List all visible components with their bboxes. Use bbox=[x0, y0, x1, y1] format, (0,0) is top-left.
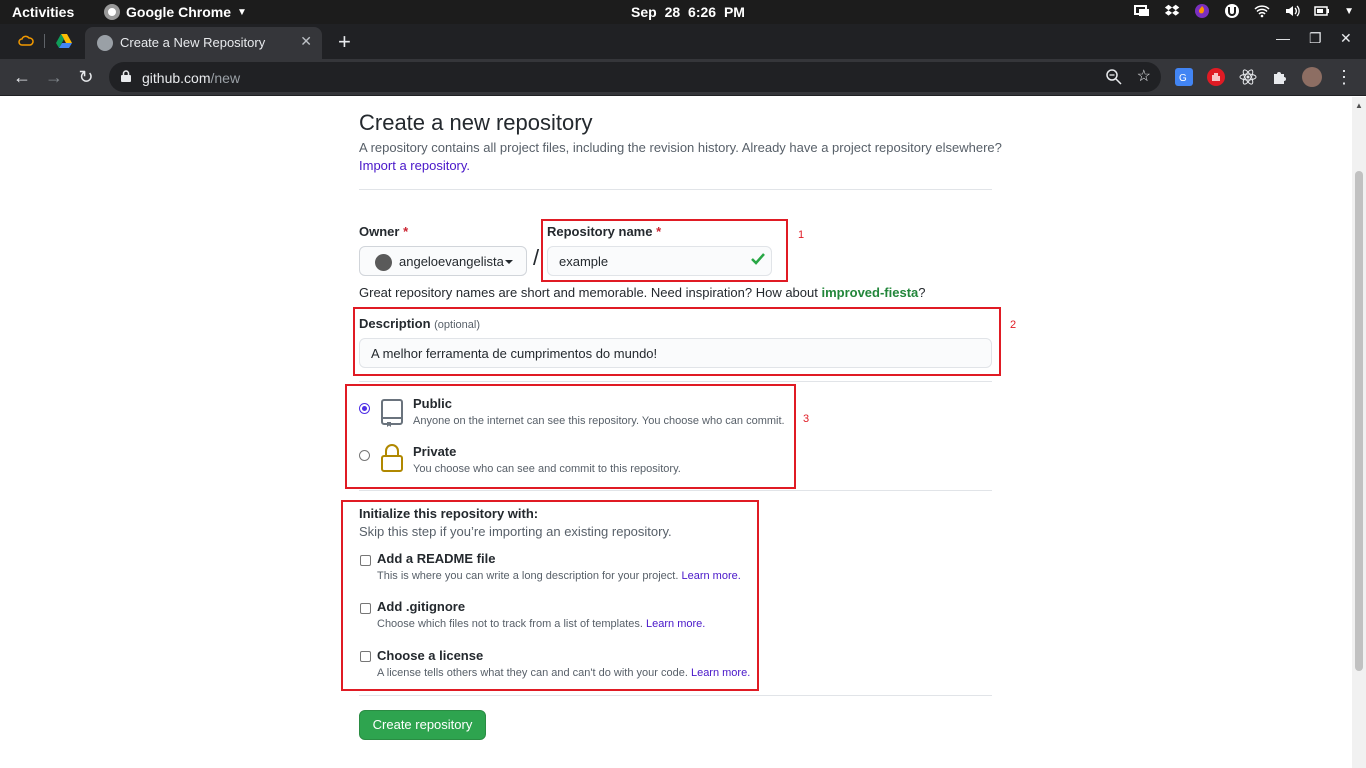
owner-label: Owner * bbox=[359, 224, 409, 239]
extensions-puzzle-icon[interactable] bbox=[1271, 68, 1289, 86]
window-close-icon[interactable]: ✕ bbox=[1340, 30, 1352, 47]
system-menu-caret[interactable]: ▼ bbox=[1344, 6, 1354, 17]
bookmark-star-icon[interactable]: ☆ bbox=[1137, 66, 1151, 86]
battery-icon[interactable] bbox=[1314, 3, 1330, 19]
system-top-bar: Activities Google Chrome ▼ Sep 28 6:26 P… bbox=[0, 0, 1366, 24]
google-drive-icon[interactable] bbox=[56, 33, 72, 49]
github-icon bbox=[97, 35, 113, 51]
new-tab-button[interactable]: + bbox=[338, 29, 351, 55]
annotation-number-1: 1 bbox=[798, 229, 805, 241]
firefox-icon[interactable] bbox=[1194, 3, 1210, 19]
zoom-icon[interactable] bbox=[1105, 68, 1123, 86]
tab-active[interactable]: Create a New Repository ✕ bbox=[85, 27, 322, 59]
avatar bbox=[375, 254, 392, 271]
update-icon[interactable] bbox=[1224, 3, 1240, 19]
chrome-icon bbox=[104, 4, 120, 20]
wifi-icon[interactable] bbox=[1254, 3, 1270, 19]
owner-name: angeloevangelista bbox=[399, 254, 504, 269]
create-repository-button[interactable]: Create repository bbox=[359, 710, 486, 740]
translate-extension-icon[interactable]: G bbox=[1175, 68, 1193, 86]
divider bbox=[359, 381, 992, 382]
back-arrow-icon[interactable]: ← bbox=[10, 65, 34, 89]
app-name: Google Chrome bbox=[126, 4, 232, 20]
minimize-icon[interactable]: — bbox=[1276, 30, 1290, 46]
annotation-box-1 bbox=[541, 219, 788, 282]
annotation-number-3: 3 bbox=[803, 413, 810, 425]
scroll-up-icon[interactable]: ▲ bbox=[1355, 101, 1363, 110]
divider bbox=[359, 695, 992, 696]
dropbox-icon[interactable] bbox=[1164, 3, 1180, 19]
tab-title: Create a New Repository bbox=[120, 35, 266, 50]
divider bbox=[359, 490, 992, 491]
lock-icon[interactable] bbox=[121, 70, 131, 82]
page-content: Create a new repository A repository con… bbox=[0, 97, 1352, 768]
reload-icon[interactable]: ↻ bbox=[74, 65, 98, 89]
hand-extension-icon[interactable] bbox=[1207, 68, 1225, 86]
owner-dropdown[interactable]: angeloevangelista bbox=[359, 246, 527, 276]
svg-text:G: G bbox=[1179, 73, 1187, 84]
chevron-down-icon bbox=[505, 260, 513, 264]
maximize-icon[interactable]: ❐ bbox=[1309, 30, 1322, 47]
tab-strip: Create a New Repository ✕ + — ❐ ✕ bbox=[0, 24, 1366, 59]
annotation-box-3 bbox=[345, 384, 796, 489]
react-devtools-icon[interactable] bbox=[1239, 68, 1257, 86]
activities-button[interactable]: Activities bbox=[12, 4, 74, 20]
forward-arrow-icon[interactable]: → bbox=[42, 65, 66, 89]
import-repository-link[interactable]: Import a repository. bbox=[359, 158, 470, 173]
url-text: github.com/new bbox=[142, 70, 241, 86]
more-menu-icon[interactable]: ⋮ bbox=[1332, 65, 1356, 89]
name-hint: Great repository names are short and mem… bbox=[359, 285, 926, 300]
page-subtitle: A repository contains all project files,… bbox=[359, 140, 1002, 155]
volume-icon[interactable] bbox=[1284, 3, 1300, 19]
address-bar[interactable]: github.com/new ☆ bbox=[109, 62, 1161, 92]
divider bbox=[359, 189, 992, 190]
system-tray: ▼ bbox=[1134, 3, 1354, 19]
page-title: Create a new repository bbox=[359, 110, 593, 135]
scrollbar-thumb[interactable] bbox=[1355, 171, 1363, 671]
annotation-number-2: 2 bbox=[1010, 319, 1017, 331]
profile-avatar[interactable] bbox=[1302, 67, 1322, 87]
browser-toolbar: ← → ↻ github.com/new ☆ G ⋮ bbox=[0, 59, 1366, 96]
screen-icon[interactable] bbox=[1134, 3, 1150, 19]
page-scrollbar[interactable]: ▲ bbox=[1352, 97, 1366, 768]
annotation-box-4 bbox=[341, 500, 759, 691]
clock[interactable]: Sep 28 6:26 PM bbox=[631, 4, 745, 20]
chevron-down-icon: ▼ bbox=[237, 6, 247, 18]
app-menu[interactable]: Google Chrome ▼ bbox=[104, 4, 247, 20]
suggested-name[interactable]: improved-fiesta bbox=[821, 285, 918, 300]
cloud-tab-icon[interactable] bbox=[18, 33, 34, 49]
annotation-box-2 bbox=[353, 307, 1001, 376]
owner-repo-separator: / bbox=[533, 245, 540, 270]
close-icon[interactable]: ✕ bbox=[300, 33, 312, 50]
tab-divider bbox=[44, 34, 45, 48]
